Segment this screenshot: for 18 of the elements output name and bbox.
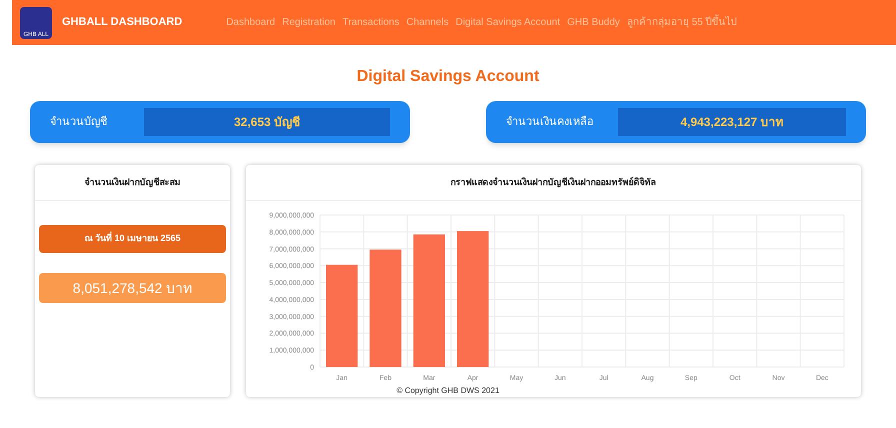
stat-value: 4,943,223,127 บาท: [618, 108, 846, 136]
stat-value: 32,653 บัญชี: [144, 108, 390, 136]
date-banner: ณ วันที่ 10 เมษายน 2565: [39, 225, 226, 253]
nav-link[interactable]: Transactions: [342, 15, 400, 30]
nav-link[interactable]: Registration: [282, 15, 336, 30]
nav-link[interactable]: ลูกค้ากลุ่มอายุ 55 ปีขึ้นไป: [626, 15, 737, 30]
page-title: Digital Savings Account: [356, 67, 540, 87]
nav-link[interactable]: Channels: [406, 15, 449, 30]
nav-link[interactable]: GHB Buddy: [567, 15, 620, 30]
nav-link[interactable]: Digital Savings Account: [456, 15, 560, 30]
stat-label: จำนวนเงินคงเหลือ: [506, 114, 594, 130]
nav-link[interactable]: Dashboard: [226, 15, 276, 30]
amount-banner: 8,051,278,542 บาท: [39, 273, 226, 303]
card-title: จำนวนเงินฝากบัญชีสะสม: [84, 176, 181, 190]
footer-text: © Copyright GHB DWS 2021: [396, 385, 500, 397]
brand-title: GHBALL DASHBOARD: [62, 15, 182, 30]
card-title: กราฟแสดงจำนวนเงินฝากบัญชีเงินฝากออมทรัพย์ดิจิทัล: [450, 176, 657, 190]
stat-label: จำนวนบัญชี: [50, 114, 108, 130]
